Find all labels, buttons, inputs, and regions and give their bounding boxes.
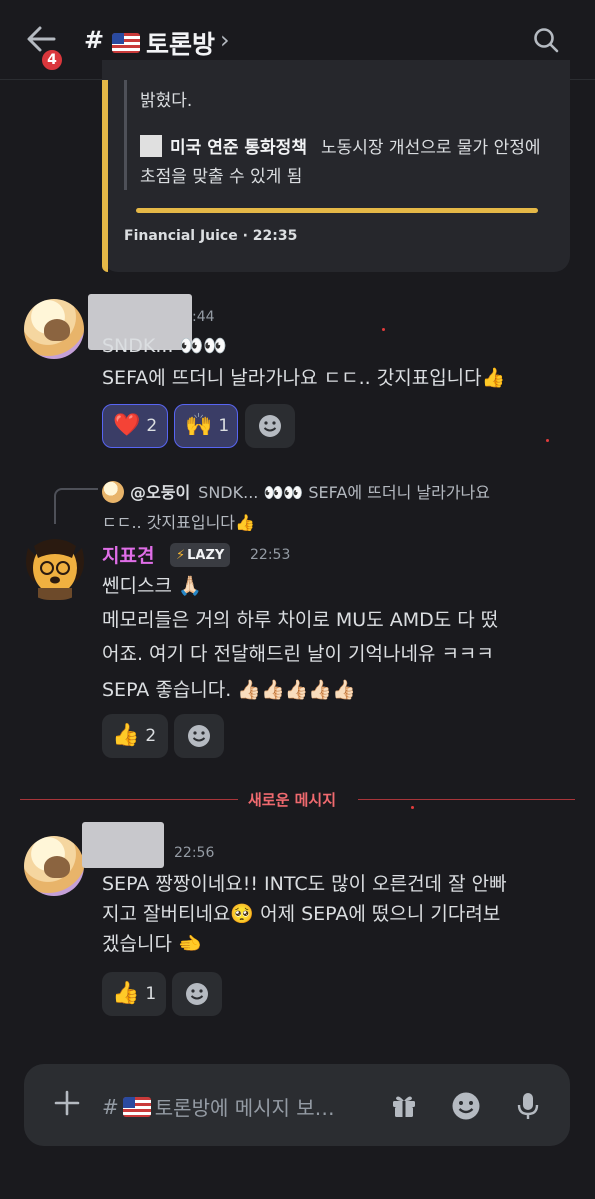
reply-text: SNDK... 👀👀 SEFA에 뜨더니 날라가나요 [198, 483, 490, 502]
chevron-right-icon[interactable]: › [220, 26, 230, 54]
thumbs-up-icon: 👍 [112, 981, 140, 1006]
embed-accent-bar [102, 80, 108, 272]
add-reaction-icon [186, 983, 208, 1005]
new-messages-divider-right [358, 799, 575, 800]
reaction-thumbs-up[interactable]: 👍 2 [102, 714, 168, 758]
message-text: SNDK... 👀👀 [102, 335, 227, 357]
reply-avatar [102, 481, 124, 503]
lightning-icon: ⚡ [176, 547, 186, 563]
artifact-dot [411, 806, 414, 809]
message-timestamp: :44 [192, 309, 215, 325]
message-text: SEFA에 뜨더니 날라가나요 ㄷㄷ.. 갓지표입니다👍 [102, 367, 506, 389]
add-reaction-icon [188, 725, 210, 747]
placeholder-hash: # [102, 1094, 119, 1119]
reply-author: @오둥이 [130, 483, 191, 502]
heart-icon: ❤️ [113, 413, 141, 438]
raised-hands-icon: 🙌 [185, 413, 213, 438]
thumbs-up-icon: 👍 [112, 723, 140, 748]
add-reaction-icon [259, 415, 281, 437]
reaction-raised-hands[interactable]: 🙌 1 [174, 404, 238, 448]
reaction-heart[interactable]: ❤️ 2 [102, 404, 168, 448]
unread-badge: 4 [40, 48, 64, 72]
message-input[interactable]: # 토론방에 메시지 보… [102, 1092, 335, 1121]
search-icon[interactable] [532, 26, 560, 54]
new-messages-divider-left [20, 799, 238, 800]
user-tag: ⚡ LAZY [170, 543, 231, 567]
embed-quote-bar [124, 80, 127, 190]
avatar[interactable] [24, 299, 84, 359]
message-text: SEPA 짱짱이네요!! INTC도 많이 오른건데 잘 안빠 [102, 873, 507, 895]
channel-title[interactable]: 토론방 [112, 25, 215, 61]
message-text: 메모리들은 거의 하루 차이로 MU도 AMD도 다 떴 [102, 609, 499, 631]
white-square-icon [140, 135, 162, 157]
embed-footer: Financial Juice · 22:35 [124, 228, 298, 244]
emoji-icon[interactable] [450, 1090, 482, 1122]
message-timestamp: 22:56 [174, 845, 215, 861]
reply-preview[interactable]: @오둥이 SNDK... 👀👀 SEFA에 뜨더니 날라가나요 ㄷㄷ.. 갓지표입… [102, 478, 582, 538]
avatar[interactable] [24, 836, 84, 896]
embed-quote-title: 미국 연준 통화정책 [170, 138, 307, 158]
artifact-dot [546, 439, 549, 442]
embed-quote: 미국 연준 통화정책 노동시장 개선으로 물가 안정에 초점을 맞출 수 있게 됨 [140, 134, 550, 192]
channel-name: 토론방 [146, 30, 216, 59]
embed-divider [136, 208, 538, 213]
reply-text: ㄷㄷ.. 갓지표입니다👍 [102, 513, 255, 532]
add-reaction-button[interactable] [174, 714, 224, 758]
reaction-count: 1 [145, 984, 157, 1004]
message-timestamp: 22:53 [250, 547, 291, 563]
channel-hash-icon: # [84, 26, 105, 54]
new-messages-label: 새로운 메시지 [248, 791, 337, 809]
plus-icon[interactable] [52, 1088, 82, 1118]
add-reaction-button[interactable] [245, 404, 295, 448]
microphone-icon[interactable] [514, 1090, 542, 1122]
gift-icon[interactable] [390, 1092, 418, 1120]
message-text: 어죠. 여기 다 전달해드린 날이 기억나네유 ㅋㅋㅋ [102, 643, 494, 665]
reaction-count: 1 [218, 416, 230, 436]
avatar[interactable] [20, 530, 90, 600]
us-flag-icon [122, 1096, 151, 1117]
add-reaction-button[interactable] [172, 972, 222, 1016]
tag-label: LAZY [187, 547, 225, 563]
embed-text: 밝혔다. [140, 91, 193, 111]
us-flag-icon [112, 33, 140, 53]
reaction-thumbs-up[interactable]: 👍 1 [102, 972, 166, 1016]
message-text: 지고 잘버티네요🥺 어제 SEPA에 떴으니 기다려보 [102, 903, 501, 925]
message-text: 겠습니다 🫲 [102, 933, 202, 955]
placeholder-text: 토론방에 메시지 보… [154, 1096, 335, 1120]
author-name-redacted[interactable] [82, 822, 164, 868]
reaction-count: 2 [146, 416, 158, 436]
author-name[interactable]: 지표견 [102, 541, 154, 568]
message-text: SEPA 좋습니다. 👍🏻👍🏻👍🏻👍🏻👍🏻 [102, 679, 356, 701]
reply-connector [54, 488, 98, 524]
message-text: 쎈디스크 🙏🏻 [102, 575, 202, 597]
artifact-dot [382, 328, 385, 331]
reaction-count: 2 [145, 726, 157, 746]
